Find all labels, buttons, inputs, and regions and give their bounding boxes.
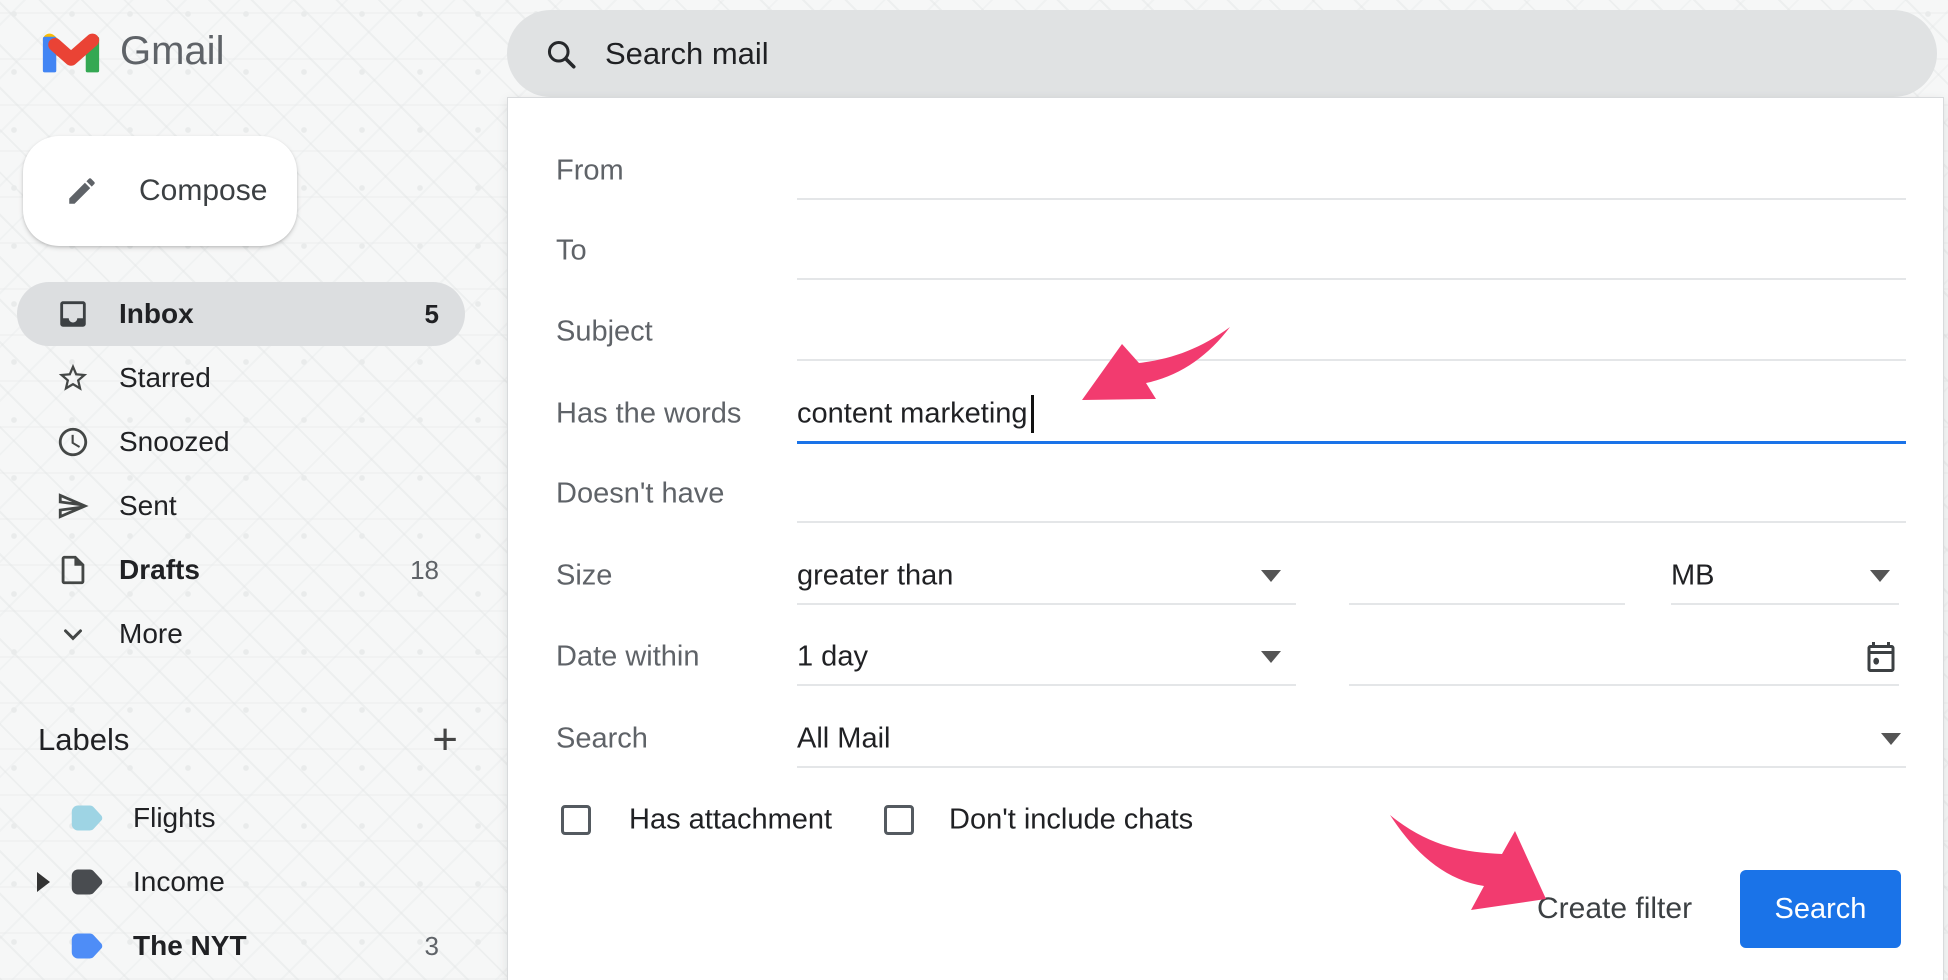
to-label: To bbox=[556, 235, 587, 268]
size-comparator-dropdown[interactable]: greater than bbox=[797, 560, 953, 593]
date-within-underline bbox=[797, 684, 1296, 686]
from-label: From bbox=[556, 155, 624, 188]
label-name: Flights bbox=[133, 802, 439, 834]
sidebar-label-income[interactable]: Income bbox=[17, 850, 465, 914]
doesnt-have-input[interactable] bbox=[797, 521, 1906, 523]
dont-include-chats-checkbox[interactable] bbox=[884, 805, 914, 835]
text-cursor bbox=[1031, 395, 1034, 433]
label-tag-icon bbox=[69, 866, 105, 898]
date-input[interactable] bbox=[1349, 684, 1899, 686]
labels-header: Labels + bbox=[38, 718, 458, 762]
add-label-button[interactable]: + bbox=[432, 718, 458, 762]
has-attachment-label: Has attachment bbox=[629, 804, 832, 837]
sidebar-item-label: Starred bbox=[119, 362, 439, 394]
label-count-badge: 3 bbox=[425, 931, 439, 962]
sidebar-item-inbox[interactable]: Inbox 5 bbox=[17, 282, 465, 346]
sidebar-item-more[interactable]: More bbox=[17, 602, 465, 666]
sidebar-label-flights[interactable]: Flights bbox=[17, 786, 465, 850]
sidebar-label-the-nyt[interactable]: The NYT 3 bbox=[17, 914, 465, 978]
size-label: Size bbox=[556, 560, 612, 593]
search-mail-bar[interactable]: Search mail bbox=[507, 10, 1937, 97]
search-scope-label: Search bbox=[556, 723, 648, 756]
sidebar-item-label: Drafts bbox=[119, 554, 410, 586]
subject-label: Subject bbox=[556, 316, 653, 349]
chevron-down-icon bbox=[55, 616, 91, 652]
search-button[interactable]: Search bbox=[1740, 870, 1901, 948]
create-filter-button[interactable]: Create filter bbox=[1537, 892, 1692, 926]
search-scope-dropdown-arrow-icon[interactable] bbox=[1881, 733, 1901, 745]
sidebar-item-starred[interactable]: Starred bbox=[17, 346, 465, 410]
has-words-input-value[interactable]: content marketing bbox=[797, 398, 1028, 431]
date-within-label: Date within bbox=[556, 641, 699, 674]
label-tag-icon bbox=[69, 930, 105, 962]
clock-icon bbox=[55, 424, 91, 460]
from-input[interactable] bbox=[797, 198, 1906, 200]
sidebar-item-label: Sent bbox=[119, 490, 439, 522]
label-tag-icon bbox=[69, 802, 105, 834]
has-words-label: Has the words bbox=[556, 398, 741, 431]
has-words-focus-underline[interactable] bbox=[797, 441, 1906, 444]
search-scope-underline bbox=[797, 766, 1906, 768]
sidebar-item-sent[interactable]: Sent bbox=[17, 474, 465, 538]
star-icon bbox=[55, 360, 91, 396]
size-comparator-underline bbox=[797, 603, 1296, 605]
label-name: Income bbox=[133, 866, 439, 898]
size-unit-underline bbox=[1671, 603, 1899, 605]
sidebar-item-label: Snoozed bbox=[119, 426, 439, 458]
labels-heading: Labels bbox=[38, 722, 129, 758]
doesnt-have-label: Doesn't have bbox=[556, 478, 724, 511]
search-filter-panel: From To Subject Has the words content ma… bbox=[507, 97, 1944, 980]
pencil-icon bbox=[65, 174, 99, 208]
sidebar-item-drafts[interactable]: Drafts 18 bbox=[17, 538, 465, 602]
size-unit-dropdown[interactable]: MB bbox=[1671, 560, 1715, 593]
date-within-dropdown-arrow-icon[interactable] bbox=[1261, 651, 1281, 663]
search-icon bbox=[543, 36, 579, 72]
gmail-logo-icon bbox=[38, 26, 104, 76]
to-input[interactable] bbox=[797, 278, 1906, 280]
expand-arrow-icon[interactable] bbox=[31, 872, 55, 892]
compose-button[interactable]: Compose bbox=[23, 136, 297, 246]
drafts-count-badge: 18 bbox=[410, 555, 439, 586]
compose-label: Compose bbox=[139, 174, 267, 208]
inbox-icon bbox=[55, 296, 91, 332]
send-icon bbox=[55, 488, 91, 524]
size-amount-input[interactable] bbox=[1349, 603, 1625, 605]
sidebar-item-snoozed[interactable]: Snoozed bbox=[17, 410, 465, 474]
search-scope-dropdown[interactable]: All Mail bbox=[797, 723, 890, 756]
date-within-dropdown[interactable]: 1 day bbox=[797, 641, 868, 674]
draft-file-icon bbox=[55, 552, 91, 588]
size-unit-dropdown-arrow-icon[interactable] bbox=[1870, 570, 1890, 582]
gmail-brand: Gmail bbox=[38, 26, 224, 76]
size-comparator-dropdown-arrow-icon[interactable] bbox=[1261, 570, 1281, 582]
sidebar-item-label: More bbox=[119, 618, 439, 650]
dont-include-chats-label: Don't include chats bbox=[949, 804, 1193, 837]
has-attachment-checkbox[interactable] bbox=[561, 805, 591, 835]
subject-input[interactable] bbox=[797, 359, 1906, 361]
gmail-logotype: Gmail bbox=[120, 29, 224, 74]
calendar-icon[interactable] bbox=[1863, 639, 1899, 675]
label-name: The NYT bbox=[133, 930, 425, 962]
search-mail-placeholder: Search mail bbox=[605, 36, 769, 72]
sidebar-item-label: Inbox bbox=[119, 298, 425, 330]
inbox-count-badge: 5 bbox=[425, 299, 439, 330]
